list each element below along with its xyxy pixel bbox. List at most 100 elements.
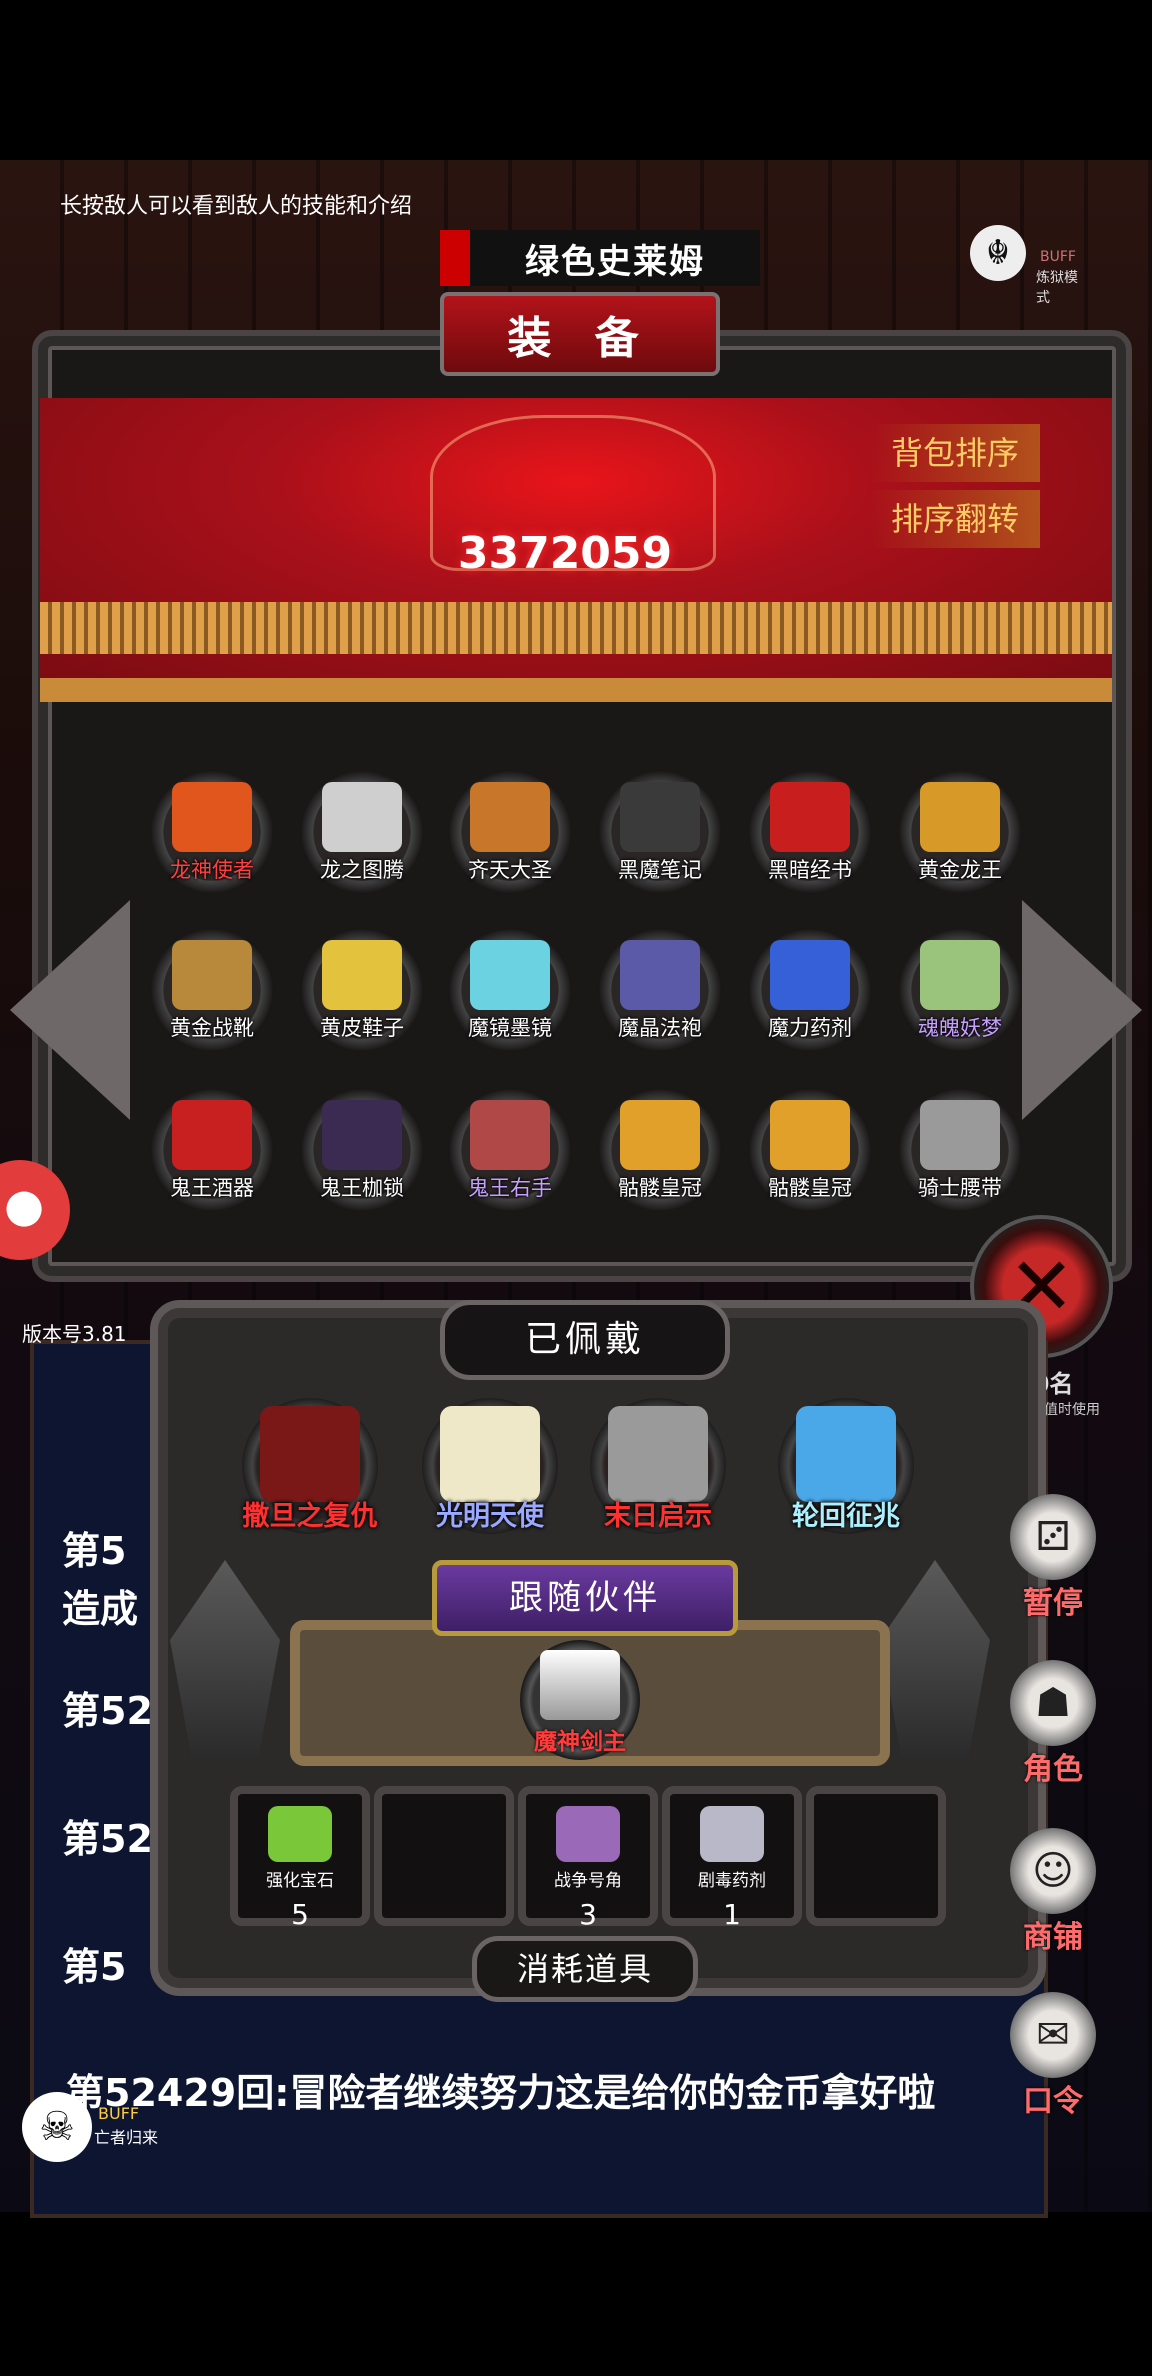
item-icon <box>920 1100 1000 1170</box>
log-line: 第5 <box>62 1945 127 1989</box>
worn-slot[interactable]: 末日启示 <box>590 1398 726 1534</box>
equipment-slot[interactable]: 魔镜墨镜 <box>448 928 572 1052</box>
equipment-label: 鬼王右手 <box>468 1176 552 1200</box>
item-icon <box>268 1806 332 1862</box>
prev-page-arrow-icon[interactable] <box>10 900 130 1120</box>
knight-icon <box>540 1650 620 1720</box>
equipment-label: 龙之图腾 <box>320 858 404 882</box>
log-line: 第52 <box>62 1689 153 1733</box>
equipment-label: 骷髅皇冠 <box>618 1176 702 1200</box>
equipment-label: 齐天大圣 <box>468 858 552 882</box>
log-line: 第52429回:冒险者继续努力这是给你的金币拿好啦 <box>66 2071 936 2115</box>
equipment-label: 黑暗经书 <box>768 858 852 882</box>
merchant-icon: ☺ <box>1032 1848 1074 1894</box>
consumable-slot[interactable] <box>806 1786 946 1926</box>
footer-buff-line2: 亡者归来 <box>94 2128 159 2147</box>
worn-title: 已佩戴 <box>524 1319 645 1360</box>
consumable-slot[interactable] <box>374 1786 514 1926</box>
equipment-slot[interactable]: 黑魔笔记 <box>598 770 722 894</box>
dragon-icon: ☬ <box>970 225 1026 281</box>
worn-label: 撒旦之复仇 <box>242 1501 378 1532</box>
companion-title: 跟随伙伴 <box>509 1578 661 1618</box>
item-icon <box>700 1806 764 1862</box>
item-icon <box>620 940 700 1010</box>
footer-buff-line1: BUFF <box>98 2104 140 2123</box>
hint-text: 长按敌人可以看到敌人的技能和介绍 <box>60 194 413 219</box>
flip-sort-button[interactable]: 排序翻转 <box>870 490 1040 548</box>
equipment-slot[interactable]: 骷髅皇冠 <box>748 1088 872 1212</box>
equipment-slot[interactable]: 魂魄妖梦 <box>898 928 1022 1052</box>
item-icon <box>920 782 1000 852</box>
equipment-slot[interactable]: 魔力药剂 <box>748 928 872 1052</box>
equipment-slot[interactable]: 骑士腰带 <box>898 1088 1022 1212</box>
side-menu-button[interactable]: ⚂ 暂停 <box>1010 1494 1096 1621</box>
consumable-quantity: 3 <box>579 1898 597 1931</box>
scroll-icon: ✉ <box>1036 2012 1070 2058</box>
user-icon: ● <box>4 1178 45 1232</box>
worn-label: 末日启示 <box>604 1501 712 1532</box>
worn-slot[interactable]: 轮回征兆 <box>778 1398 914 1534</box>
item-icon <box>608 1406 708 1502</box>
equipment-slot[interactable]: 鬼王右手 <box>448 1088 572 1212</box>
equipment-label: 魔力药剂 <box>768 1016 852 1040</box>
next-page-arrow-icon[interactable] <box>1022 900 1142 1120</box>
consumable-quantity: 1 <box>723 1898 741 1931</box>
equipment-label: 黄金龙王 <box>918 858 1002 882</box>
equipment-banner: 装 备 <box>440 292 720 376</box>
side-menu-button[interactable]: ✉ 口令 <box>1010 1992 1096 2119</box>
equipment-slot[interactable]: 黑暗经书 <box>748 770 872 894</box>
footer-buff-badge[interactable]: ☠ <box>22 2092 92 2162</box>
worn-slot[interactable]: 撒旦之复仇 <box>242 1398 378 1534</box>
equipment-slot[interactable]: 鬼王枷锁 <box>300 1088 424 1212</box>
enemy-name-plate[interactable]: 绿色史莱姆 <box>440 230 760 286</box>
equipment-slot[interactable]: 龙之图腾 <box>300 770 424 894</box>
equipment-label: 鬼王枷锁 <box>320 1176 404 1200</box>
equipment-label: 龙神使者 <box>170 858 254 882</box>
side-menu-button[interactable]: ☗ 角色 <box>1010 1660 1096 1787</box>
dice-icon: ⚂ <box>1035 1514 1071 1560</box>
equipment-slot[interactable]: 龙神使者 <box>150 770 274 894</box>
hooded-figure-icon: ☗ <box>1035 1680 1071 1726</box>
companion-banner: 跟随伙伴 <box>432 1560 738 1636</box>
worn-label: 光明天使 <box>436 1501 544 1532</box>
consumable-slot[interactable]: 强化宝石 5 <box>230 1786 370 1931</box>
equipment-slot[interactable]: 黄皮鞋子 <box>300 928 424 1052</box>
equipment-label: 鬼王酒器 <box>170 1176 254 1200</box>
sort-bag-button[interactable]: 背包排序 <box>870 424 1040 482</box>
mode-badge-line1: BUFF <box>1040 249 1076 265</box>
companion-name: 魔神剑主 <box>534 1729 626 1755</box>
item-icon <box>620 1100 700 1170</box>
side-menu-label: 角色 <box>1023 1752 1083 1787</box>
equipment-slot[interactable]: 齐天大圣 <box>448 770 572 894</box>
item-icon <box>796 1406 896 1502</box>
worn-slot[interactable]: 光明天使 <box>422 1398 558 1534</box>
companion-slot[interactable]: 魔神剑主 <box>520 1640 640 1760</box>
power-value: 3372059 <box>457 528 673 579</box>
side-menu-label: 口令 <box>1023 2084 1083 2119</box>
worn-label: 轮回征兆 <box>792 1501 900 1532</box>
equipment-slot[interactable]: 魔晶法袍 <box>598 928 722 1052</box>
mode-badge[interactable]: ☬ BUFF 炼狱模式 <box>970 225 1090 306</box>
equipment-label: 魔晶法袍 <box>618 1016 702 1040</box>
item-icon <box>322 1100 402 1170</box>
equipment-slot[interactable]: 黄金龙王 <box>898 770 1022 894</box>
equipment-label: 黄金战靴 <box>170 1016 254 1040</box>
item-icon <box>470 1100 550 1170</box>
item-icon <box>322 940 402 1010</box>
side-menu-button[interactable]: ☺ 商铺 <box>1010 1828 1096 1955</box>
item-icon <box>556 1806 620 1862</box>
item-icon <box>172 782 252 852</box>
side-menu-label: 暂停 <box>1023 1586 1083 1621</box>
enemy-name: 绿色史莱姆 <box>525 241 705 282</box>
equipment-label: 魔镜墨镜 <box>468 1016 552 1040</box>
equipment-label: 黄皮鞋子 <box>320 1016 404 1040</box>
equipment-label: 黑魔笔记 <box>618 858 702 882</box>
equipment-slot[interactable]: 黄金战靴 <box>150 928 274 1052</box>
equipment-slot[interactable]: 骷髅皇冠 <box>598 1088 722 1212</box>
equipment-slot[interactable]: 鬼王酒器 <box>150 1088 274 1212</box>
consumable-slot[interactable]: 剧毒药剂 1 <box>662 1786 802 1931</box>
item-icon <box>172 940 252 1010</box>
consumable-slot[interactable]: 战争号角 3 <box>518 1786 658 1931</box>
equipment-label: 魂魄妖梦 <box>918 1016 1002 1040</box>
item-icon <box>770 1100 850 1170</box>
